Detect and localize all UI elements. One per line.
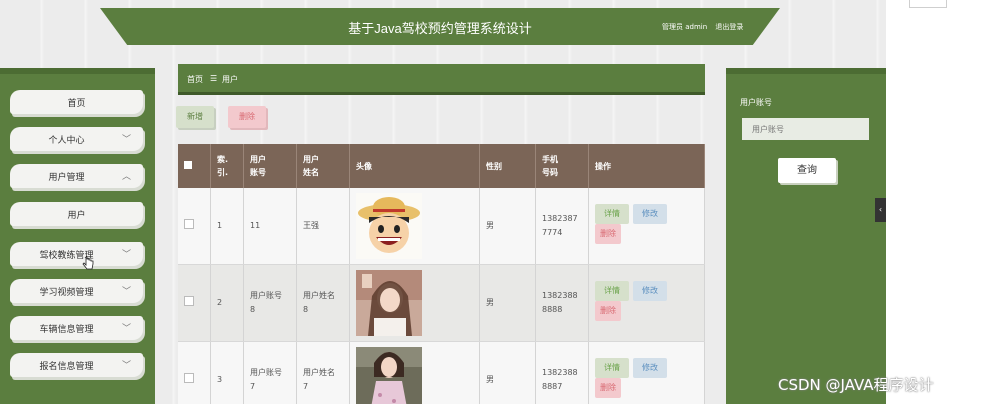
search-button[interactable]: 查询	[778, 158, 836, 183]
collapse-arrow-icon[interactable]: ‹	[875, 198, 886, 222]
cell-avatar	[349, 341, 480, 404]
cell-index: 1	[210, 188, 244, 265]
main-content: 首页 ☰ 用户 新增 删除 索. 引. 用户 账号 用户 姓名 头像 性别 手机…	[168, 60, 705, 404]
sidebar-item-video-management[interactable]: 学习视频管理 ﹀	[10, 279, 143, 303]
cell-account: 11	[243, 188, 297, 265]
cell-index: 3	[210, 341, 244, 404]
user-table: 索. 引. 用户 账号 用户 姓名 头像 性别 手机 号码 操作 1 11 王强	[178, 144, 705, 404]
cell-account: 用户账号 8	[243, 264, 297, 342]
chevron-down-icon: ﹀	[121, 361, 131, 371]
cell-avatar	[349, 264, 480, 342]
add-button[interactable]: 新增	[176, 106, 214, 128]
watermark-text: CSDN @JAVA程序设计	[778, 376, 934, 394]
cell-gender: 男	[479, 264, 536, 342]
chevron-down-icon: ﹀	[121, 250, 131, 260]
breadcrumb-home[interactable]: 首页	[187, 74, 203, 85]
search-panel: 用户账号 查询	[726, 68, 886, 404]
sidebar-item-vehicle-management[interactable]: 车辆信息管理 ﹀	[10, 316, 143, 340]
app-window: 基于Java驾校预约管理系统设计 管理员 admin 退出登录 首页 个人中心 …	[0, 0, 886, 404]
breadcrumb-current: 用户	[222, 75, 238, 84]
sidebar-item-label: 驾校教练管理	[39, 251, 94, 261]
chevron-down-icon: ﹀	[121, 324, 131, 334]
column-header-gender: 性别	[479, 144, 536, 188]
sidebar-item-users[interactable]: 用户	[10, 202, 143, 226]
sidebar-item-coach-management[interactable]: 驾校教练管理 ﹀	[10, 242, 143, 266]
table-row: 2 用户账号 8 用户姓名 8 男 1382388 8888 详情 修改删除	[178, 264, 705, 342]
search-label: 用户账号	[740, 98, 772, 107]
cell-avatar	[349, 188, 480, 265]
cell-phone: 1382387 7774	[535, 188, 589, 265]
sidebar-item-label: 首页	[67, 99, 86, 109]
logout-link[interactable]: 退出登录	[715, 23, 743, 31]
column-header-account: 用户 账号	[243, 144, 297, 188]
column-header-index: 索. 引.	[210, 144, 244, 188]
row-delete-button[interactable]: 删除	[595, 300, 621, 321]
detail-button[interactable]: 详情	[595, 357, 629, 378]
photo-avatar	[356, 347, 422, 404]
row-checkbox[interactable]	[178, 188, 211, 265]
cell-phone: 1382388 8888	[535, 264, 589, 342]
detail-button[interactable]: 详情	[595, 203, 629, 224]
sidebar-item-label: 车辆信息管理	[39, 325, 94, 335]
cell-index: 2	[210, 264, 244, 342]
sidebar: 首页 个人中心 ﹀ 用户管理 ︿ 用户 驾校教练管理 ﹀ 学习视频管理 ﹀ 车辆…	[0, 68, 155, 404]
sidebar-item-registration-management[interactable]: 报名信息管理 ﹀	[10, 353, 143, 377]
hand-cursor-icon	[82, 255, 94, 276]
cell-gender: 男	[479, 341, 536, 404]
edit-button[interactable]: 修改	[633, 357, 667, 378]
sidebar-item-personal-center[interactable]: 个人中心 ﹀	[10, 127, 143, 151]
row-delete-button[interactable]: 删除	[595, 223, 621, 244]
sidebar-item-label: 学习视频管理	[39, 288, 94, 298]
column-header-avatar: 头像	[349, 144, 480, 188]
delete-button[interactable]: 删除	[228, 106, 266, 128]
sidebar-item-home[interactable]: 首页	[10, 90, 143, 114]
row-checkbox[interactable]	[178, 341, 211, 404]
edit-button[interactable]: 修改	[633, 203, 667, 224]
sidebar-item-label: 用户	[67, 211, 86, 221]
photo-avatar	[356, 270, 422, 336]
table-header-row: 索. 引. 用户 账号 用户 姓名 头像 性别 手机 号码 操作	[178, 144, 705, 188]
column-header-actions: 操作	[588, 144, 705, 188]
cell-name: 用户姓名 7	[296, 341, 350, 404]
edit-button[interactable]: 修改	[633, 280, 667, 301]
sidebar-item-label: 个人中心	[48, 136, 85, 146]
breadcrumb-separator-icon: ☰	[210, 74, 218, 83]
admin-label: 管理员 admin	[662, 23, 708, 31]
window-corner-box	[909, 0, 947, 8]
cell-phone: 1382388 8887	[535, 341, 589, 404]
chevron-down-icon: ﹀	[121, 135, 131, 145]
cell-actions: 详情 修改删除	[588, 341, 705, 404]
header-user-area: 管理员 admin 退出登录	[662, 22, 749, 32]
sidebar-item-label: 报名信息管理	[39, 362, 94, 372]
cell-actions: 详情 修改删除	[588, 264, 705, 342]
column-header-name: 用户 姓名	[296, 144, 350, 188]
select-all-checkbox[interactable]	[178, 144, 211, 188]
search-input[interactable]	[742, 118, 869, 140]
sidebar-item-user-management[interactable]: 用户管理 ︿	[10, 164, 143, 188]
table-row: 3 用户账号 7 用户姓名 7 男 1382388 8887 详情 修改删除	[178, 341, 705, 404]
cartoon-avatar	[356, 193, 422, 259]
table-row: 1 11 王强 男 1382387 7774 详情 修改删除	[178, 188, 705, 265]
chevron-up-icon: ︿	[121, 172, 131, 182]
breadcrumb: 首页 ☰ 用户	[178, 64, 705, 95]
chevron-down-icon: ﹀	[121, 287, 131, 297]
cell-actions: 详情 修改删除	[588, 188, 705, 265]
cell-name: 用户姓名 8	[296, 264, 350, 342]
column-header-phone: 手机 号码	[535, 144, 589, 188]
row-delete-button[interactable]: 删除	[595, 377, 621, 398]
cell-name: 王强	[296, 188, 350, 265]
cell-gender: 男	[479, 188, 536, 265]
cell-account: 用户账号 7	[243, 341, 297, 404]
row-checkbox[interactable]	[178, 264, 211, 342]
app-title: 基于Java驾校预约管理系统设计	[348, 21, 532, 36]
sidebar-item-label: 用户管理	[48, 173, 85, 183]
detail-button[interactable]: 详情	[595, 280, 629, 301]
